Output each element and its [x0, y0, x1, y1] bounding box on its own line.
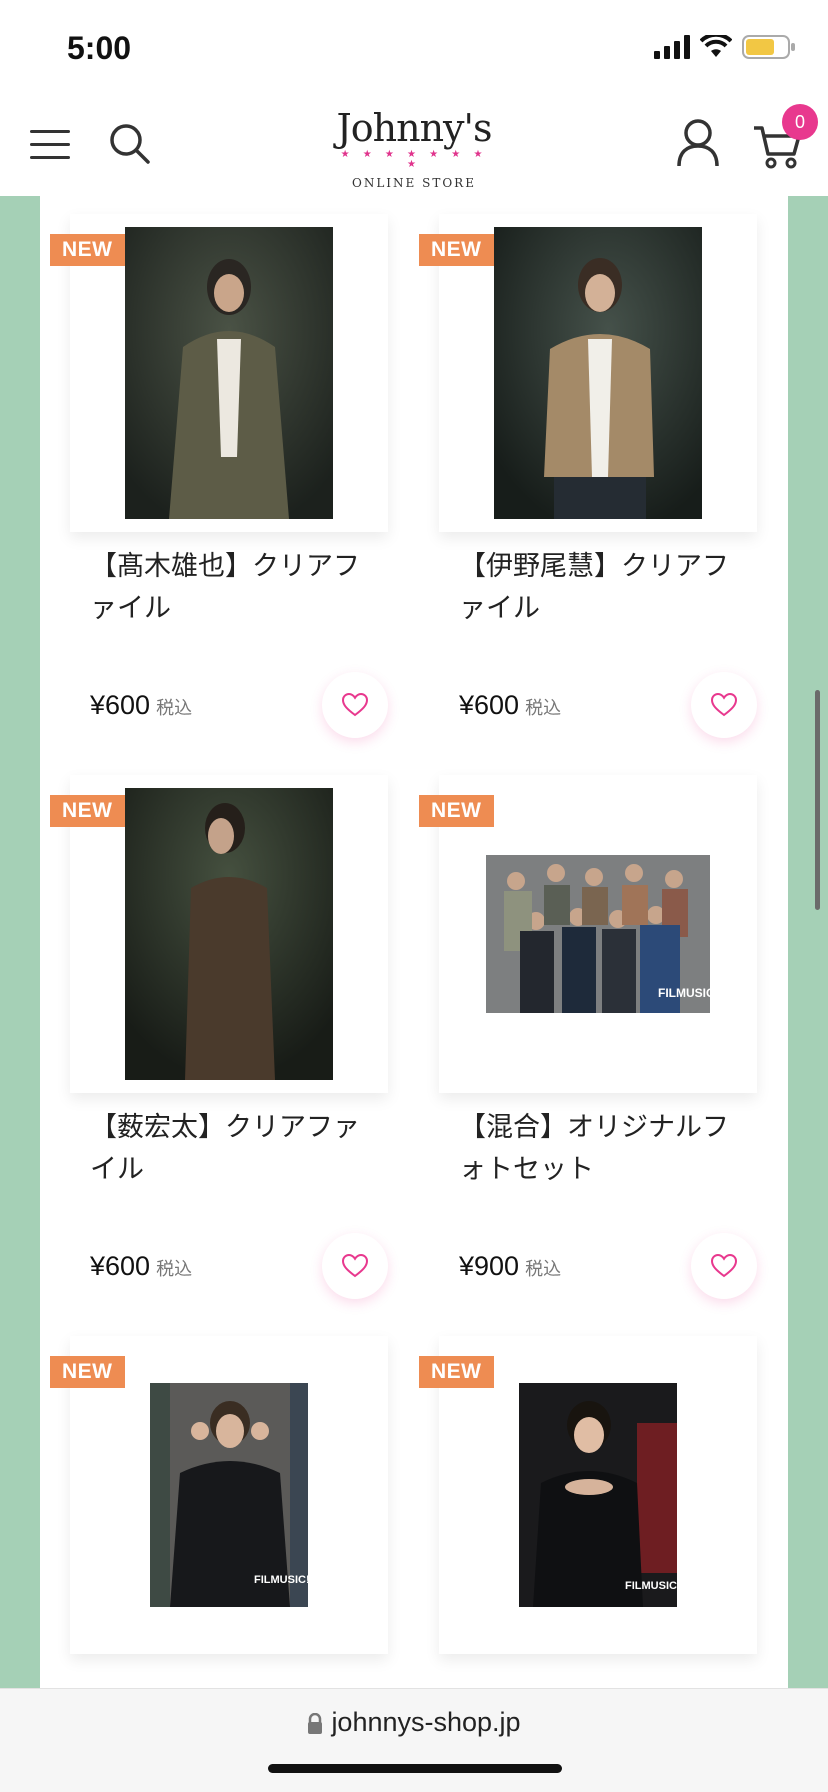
- signal-icon: [654, 35, 690, 59]
- product-price: ¥600 税込: [459, 690, 561, 721]
- price-value: ¥600: [459, 690, 520, 720]
- wifi-icon: [700, 35, 732, 57]
- favorite-button[interactable]: [322, 1233, 388, 1299]
- favorite-button[interactable]: [691, 1233, 757, 1299]
- portrait-photo: [125, 227, 333, 519]
- search-icon[interactable]: [108, 122, 152, 166]
- logo-subtitle: ONLINE STORE: [352, 176, 476, 190]
- heart-icon: [711, 693, 737, 717]
- lock-icon: [308, 1712, 323, 1734]
- heart-icon: [711, 1254, 737, 1278]
- favorite-button[interactable]: [322, 672, 388, 738]
- status-time: 5:00: [67, 30, 132, 66]
- portrait-photo: [125, 788, 333, 1080]
- product-name[interactable]: 【髙木雄也】クリアファイル: [90, 546, 360, 630]
- portrait-photo: FILMUSIC!: [519, 1383, 677, 1607]
- new-badge: NEW: [50, 795, 125, 827]
- product-name[interactable]: 【伊野尾慧】クリアファイル: [459, 546, 729, 630]
- product-name[interactable]: 【薮宏太】クリアファイル: [90, 1107, 360, 1191]
- svg-text:FILMUSIC!: FILMUSIC!: [658, 986, 710, 1000]
- tax-label: 税込: [525, 698, 562, 718]
- menu-icon[interactable]: [30, 130, 70, 160]
- portrait-photo: FILMUSIC!: [150, 1383, 308, 1607]
- portrait-photo: [494, 227, 702, 519]
- store-logo[interactable]: Johnny's ★ ★ ★ ★ ★ ★ ★ ★ ONLINE STORE: [334, 106, 494, 190]
- site-header: Johnny's ★ ★ ★ ★ ★ ★ ★ ★ ONLINE STORE: [0, 96, 828, 196]
- new-badge: NEW: [419, 234, 494, 266]
- logo-text: Johnny's: [336, 106, 493, 150]
- home-indicator[interactable]: [268, 1764, 562, 1773]
- url-text: johnnys-shop.jp: [331, 1707, 521, 1737]
- tax-label: 税込: [156, 698, 193, 718]
- new-badge: NEW: [419, 1356, 494, 1388]
- product-name[interactable]: 【混合】オリジナルフォトセット: [459, 1107, 729, 1191]
- logo-stars: ★ ★ ★ ★ ★ ★ ★ ★: [340, 149, 488, 170]
- new-badge: NEW: [50, 1356, 125, 1388]
- svg-text:FILMUSIC!: FILMUSIC!: [625, 1580, 677, 1592]
- battery-icon: [742, 35, 795, 59]
- new-badge: NEW: [50, 234, 125, 266]
- url-display[interactable]: johnnys-shop.jp: [0, 1707, 828, 1738]
- status-icons: [654, 34, 796, 60]
- product-grid: NEW 【髙木雄也】クリアファイル ¥600 税込 NEW 【伊野尾慧】クリアファ…: [40, 196, 788, 1688]
- tax-label: 税込: [525, 1259, 562, 1279]
- product-price: ¥900 税込: [459, 1251, 561, 1282]
- group-photo: FILMUSIC!: [486, 855, 710, 1013]
- price-value: ¥900: [459, 1251, 520, 1281]
- browser-url-bar[interactable]: johnnys-shop.jp: [0, 1688, 828, 1792]
- tax-label: 税込: [156, 1259, 193, 1279]
- product-price: ¥600 税込: [90, 1251, 192, 1282]
- cart-count-badge: 0: [782, 104, 818, 140]
- product-price: ¥600 税込: [90, 690, 192, 721]
- heart-icon: [342, 693, 368, 717]
- user-icon[interactable]: [676, 118, 720, 168]
- svg-text:FILMUSIC!: FILMUSIC!: [254, 1574, 308, 1586]
- heart-icon: [342, 1254, 368, 1278]
- status-bar: 5:00: [0, 0, 828, 96]
- scrollbar[interactable]: [815, 690, 820, 910]
- price-value: ¥600: [90, 1251, 151, 1281]
- new-badge: NEW: [419, 795, 494, 827]
- price-value: ¥600: [90, 690, 151, 720]
- favorite-button[interactable]: [691, 672, 757, 738]
